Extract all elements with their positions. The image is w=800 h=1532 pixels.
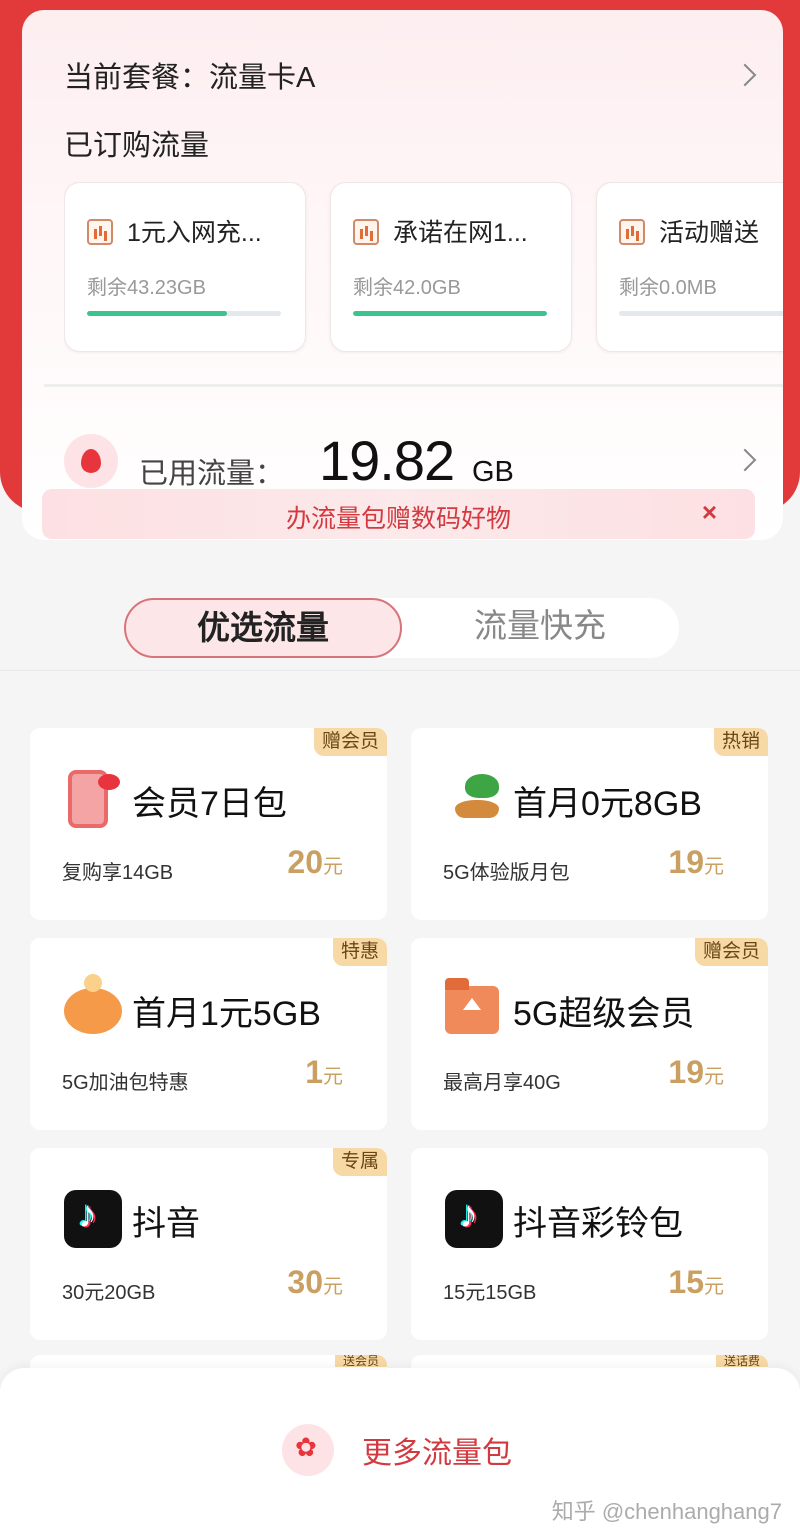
promo-banner[interactable]: 办流量包赠数码好物 × bbox=[42, 489, 755, 539]
tab-quick-recharge[interactable]: 流量快充 bbox=[401, 598, 679, 658]
product-desc: 5G体验版月包 bbox=[443, 862, 570, 884]
quota-name: 1元入网充... bbox=[127, 219, 262, 247]
product-card[interactable]: 专属 抖音 30元20GB 30元 bbox=[30, 1148, 387, 1340]
folder-upload-icon bbox=[445, 978, 499, 1034]
product-price: 15元 bbox=[668, 1264, 724, 1301]
product-badge: 送会员 bbox=[334, 1355, 387, 1367]
watermark: 知乎 @chenhanghang7 bbox=[551, 1499, 782, 1524]
product-name: 抖音 bbox=[132, 1205, 200, 1243]
used-data-label: 已用流量： bbox=[139, 458, 285, 490]
quota-card-list[interactable]: 1元入网充... 剩余43.23GB 承诺在网1... 剩余42.0GB 活动赠… bbox=[64, 182, 783, 354]
current-plan-label: 当前套餐：流量卡A bbox=[64, 62, 316, 94]
data-drop-icon bbox=[64, 434, 118, 488]
quota-card[interactable]: 承诺在网1... 剩余42.0GB bbox=[330, 182, 572, 352]
price-value: 19 bbox=[668, 844, 704, 880]
product-desc: 复购享14GB bbox=[62, 862, 174, 884]
product-price: 19元 bbox=[668, 844, 724, 881]
product-card[interactable]: 赠会员 5G超级会员 最高月享40G 19元 bbox=[411, 938, 768, 1130]
product-desc: 30元20GB bbox=[62, 1282, 156, 1304]
product-badge: 送话费 bbox=[715, 1355, 768, 1367]
bottom-bar: 更多流量包 知乎 @chenhanghang7 bbox=[0, 1368, 800, 1532]
account-summary-card: 当前套餐：流量卡A 已订购流量 1元入网充... 剩余43.23GB 承诺在网1… bbox=[22, 10, 783, 540]
price-value: 19 bbox=[668, 1054, 704, 1090]
promo-text: 办流量包赠数码好物 bbox=[285, 505, 511, 533]
price-currency: 元 bbox=[704, 1276, 724, 1298]
product-name: 抖音彩铃包 bbox=[513, 1205, 683, 1243]
quota-card[interactable]: 1元入网充... 剩余43.23GB bbox=[64, 182, 306, 352]
product-card[interactable]: 热销 首月0元8GB 5G体验版月包 19元 bbox=[411, 728, 768, 920]
product-price: 20元 bbox=[287, 844, 343, 881]
used-data-unit: GB bbox=[472, 456, 514, 488]
price-currency: 元 bbox=[704, 856, 724, 878]
product-badge: 专属 bbox=[332, 1148, 387, 1176]
price-currency: 元 bbox=[704, 1066, 724, 1088]
quota-progress-fill bbox=[353, 311, 547, 316]
product-price: 19元 bbox=[668, 1054, 724, 1091]
more-packages-label: 更多流量包 bbox=[362, 1437, 512, 1470]
used-data-row[interactable]: 已用流量： 19.82 GB bbox=[64, 428, 757, 492]
quota-name: 活动赠送 bbox=[659, 219, 760, 247]
price-currency: 元 bbox=[323, 856, 343, 878]
product-desc: 5G加油包特惠 bbox=[62, 1072, 189, 1094]
tiktok-icon bbox=[64, 1190, 122, 1248]
product-desc: 最高月享40G bbox=[443, 1072, 561, 1094]
quota-name: 承诺在网1... bbox=[393, 219, 528, 247]
price-currency: 元 bbox=[323, 1276, 343, 1298]
tiktok-icon bbox=[445, 1190, 503, 1248]
quota-progress-bar bbox=[619, 311, 783, 316]
chevron-right-icon bbox=[733, 63, 757, 87]
product-card[interactable]: 抖音彩铃包 15元15GB 15元 bbox=[411, 1148, 768, 1340]
more-packages-button[interactable]: 更多流量包 bbox=[282, 1424, 512, 1476]
piggy-bank-icon bbox=[64, 974, 122, 1034]
quota-progress-fill bbox=[87, 311, 227, 316]
divider bbox=[44, 384, 783, 387]
product-badge: 赠会员 bbox=[694, 938, 768, 966]
quota-progress-bar bbox=[87, 311, 281, 316]
product-name: 会员7日包 bbox=[132, 785, 287, 823]
quota-progress-bar bbox=[353, 311, 547, 316]
current-plan-row[interactable]: 当前套餐：流量卡A bbox=[64, 50, 757, 100]
price-value: 20 bbox=[287, 844, 323, 880]
tab-bar: 优选流量 流量快充 bbox=[124, 598, 679, 658]
product-name: 首月1元5GB bbox=[132, 995, 321, 1033]
price-value: 1 bbox=[305, 1054, 323, 1090]
tab-preferred-data[interactable]: 优选流量 bbox=[124, 598, 402, 658]
data-package-icon bbox=[353, 219, 379, 245]
data-package-icon bbox=[87, 219, 113, 245]
price-currency: 元 bbox=[323, 1066, 343, 1088]
quota-remaining: 剩余0.0MB bbox=[619, 277, 717, 299]
quota-remaining: 剩余42.0GB bbox=[353, 277, 461, 299]
product-desc: 15元15GB bbox=[443, 1282, 537, 1304]
data-package-icon bbox=[619, 219, 645, 245]
quota-card[interactable]: 活动赠送 剩余0.0MB bbox=[596, 182, 783, 352]
product-card[interactable]: 特惠 首月1元5GB 5G加油包特惠 1元 bbox=[30, 938, 387, 1130]
product-price: 1元 bbox=[305, 1054, 343, 1091]
product-name: 5G超级会员 bbox=[513, 995, 695, 1033]
used-data-value: 19.82 bbox=[319, 429, 455, 492]
price-value: 30 bbox=[287, 1264, 323, 1300]
subscribed-title: 已订购流量 bbox=[64, 130, 210, 162]
product-card[interactable]: 赠会员 会员7日包 复购享14GB 20元 bbox=[30, 728, 387, 920]
palm-tree-icon bbox=[445, 770, 503, 828]
product-name: 首月0元8GB bbox=[513, 785, 702, 823]
product-badge: 赠会员 bbox=[313, 728, 387, 756]
quota-remaining: 剩余43.23GB bbox=[87, 277, 206, 299]
divider bbox=[0, 670, 800, 671]
product-badge: 热销 bbox=[713, 728, 768, 756]
flower-icon bbox=[282, 1424, 334, 1476]
product-badge: 特惠 bbox=[332, 938, 387, 966]
close-icon[interactable]: × bbox=[702, 497, 717, 528]
product-price: 30元 bbox=[287, 1264, 343, 1301]
price-value: 15 bbox=[668, 1264, 704, 1300]
chevron-right-icon bbox=[733, 448, 757, 472]
phone-icon bbox=[68, 770, 120, 828]
